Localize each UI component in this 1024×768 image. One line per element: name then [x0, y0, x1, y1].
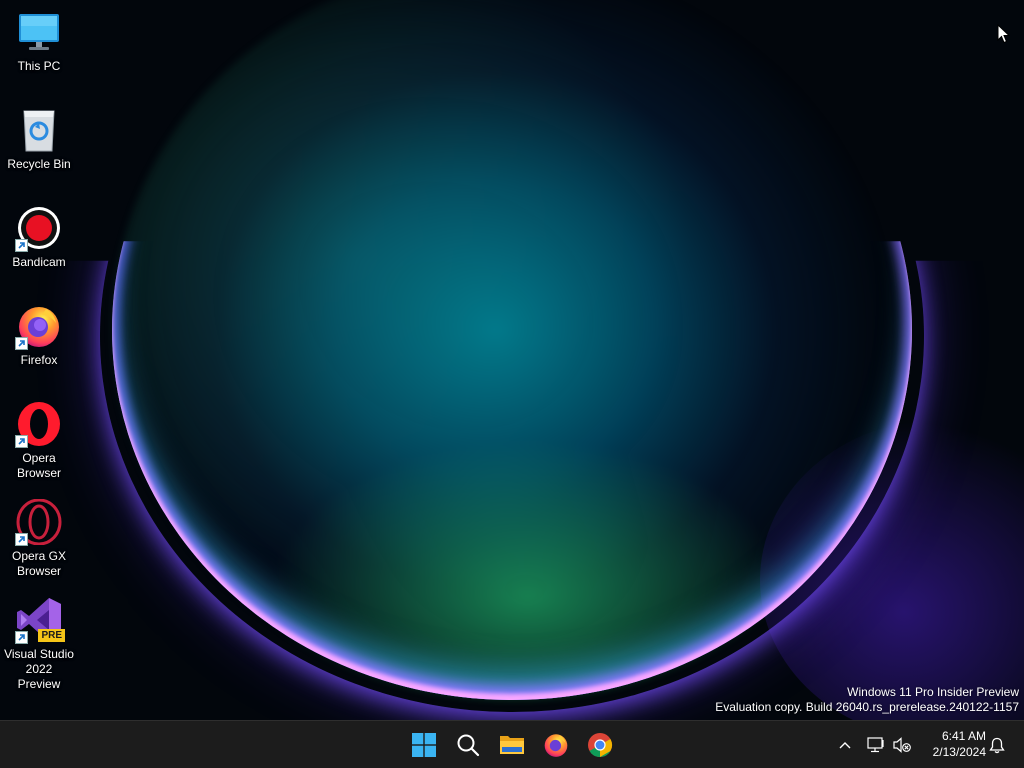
chrome-icon	[588, 733, 613, 757]
shortcut-arrow-icon	[15, 337, 28, 350]
wallpaper-rim	[112, 241, 912, 700]
network-icon	[867, 737, 884, 753]
folder-icon	[500, 736, 524, 754]
clock-date: 2/13/2024	[932, 745, 986, 759]
windows-logo-icon	[412, 733, 436, 757]
notifications-button[interactable]	[986, 733, 1008, 757]
visual-studio-icon: PRE	[15, 596, 65, 644]
mouse-cursor-icon	[997, 23, 1011, 49]
start-button[interactable]	[404, 725, 444, 765]
search-icon	[457, 734, 480, 757]
desktop-icon-opera[interactable]: Opera Browser	[3, 400, 75, 481]
network-button[interactable]	[864, 733, 888, 757]
desktop-icon-opera-gx[interactable]: Opera GX Browser	[3, 498, 75, 579]
bell-icon	[989, 737, 1005, 753]
wallpaper-bloom	[112, 0, 912, 700]
desktop-icon-bandicam[interactable]: Bandicam	[3, 204, 75, 270]
clock[interactable]: 6:41 AM 2/13/2024	[918, 728, 986, 760]
firefox-icon	[544, 734, 568, 757]
pre-badge: PRE	[38, 629, 65, 642]
recycle-bin-icon	[15, 106, 63, 154]
firefox-icon	[15, 302, 63, 350]
bandicam-icon	[15, 204, 63, 252]
desktop-icon-label: Opera GX Browser	[11, 549, 67, 578]
chrome-taskbar-button[interactable]	[580, 725, 620, 765]
clock-time: 6:41 AM	[941, 729, 986, 743]
volume-button[interactable]	[890, 733, 914, 757]
file-explorer-button[interactable]	[492, 725, 532, 765]
desktop[interactable]: This PC Recycle Bin Bandicam Firefox Ope…	[0, 0, 1024, 768]
shortcut-arrow-icon	[15, 533, 28, 546]
shortcut-arrow-icon	[15, 631, 28, 644]
desktop-icon-this-pc[interactable]: This PC	[3, 8, 75, 74]
shortcut-arrow-icon	[15, 435, 28, 448]
desktop-icon-firefox[interactable]: Firefox	[3, 302, 75, 368]
evaluation-watermark: Windows 11 Pro Insider Preview Evaluatio…	[715, 685, 1019, 715]
opera-icon	[15, 400, 63, 448]
desktop-icon-visual-studio[interactable]: PRE Visual Studio 2022 Preview	[3, 596, 75, 692]
wallpaper-rim-glow	[100, 261, 924, 712]
desktop-icon-label: Firefox	[20, 353, 58, 367]
desktop-icon-label: Bandicam	[12, 255, 66, 269]
volume-muted-icon	[893, 737, 911, 753]
watermark-line-2: Evaluation copy. Build 26040.rs_prerelea…	[715, 700, 1019, 714]
desktop-icon-recycle-bin[interactable]: Recycle Bin	[3, 106, 75, 172]
desktop-icon-label: This PC	[17, 59, 61, 73]
desktop-icon-label: Visual Studio 2022 Preview	[4, 647, 74, 691]
watermark-line-1: Windows 11 Pro Insider Preview	[847, 685, 1019, 699]
monitor-icon	[15, 8, 63, 56]
show-hidden-icons-button[interactable]	[834, 733, 856, 757]
firefox-taskbar-button[interactable]	[536, 725, 576, 765]
search-button[interactable]	[448, 725, 488, 765]
desktop-icon-label: Recycle Bin	[7, 157, 71, 171]
desktop-icon-label: Opera Browser	[16, 451, 61, 480]
chevron-up-icon	[839, 742, 851, 749]
taskbar: 6:41 AM 2/13/2024	[0, 720, 1024, 768]
shortcut-arrow-icon	[15, 239, 28, 252]
opera-gx-icon	[15, 498, 63, 546]
